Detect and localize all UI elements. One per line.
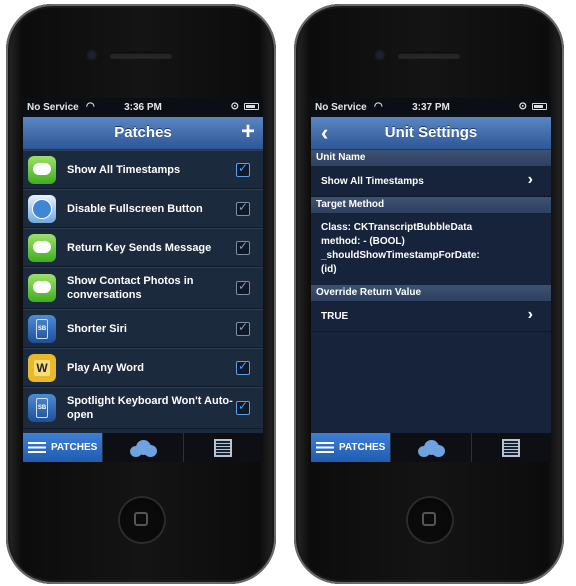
checkbox[interactable]: [236, 359, 250, 375]
checkbox[interactable]: [236, 161, 250, 177]
battery-icon: [532, 103, 547, 110]
screen-unit-settings: No Service ◠ 3:37 PM ⊙ ‹ Unit Settings U…: [311, 98, 551, 462]
page-title: Patches: [114, 124, 172, 141]
patch-label: Shorter Siri: [67, 322, 127, 335]
home-button[interactable]: [406, 496, 454, 544]
add-patch-button[interactable]: +: [241, 118, 255, 146]
patch-label: Show All Timestamps: [67, 163, 181, 176]
patch-row[interactable]: Show All Timestamps: [23, 150, 263, 189]
checkbox[interactable]: [236, 279, 250, 295]
status-time: 3:37 PM: [412, 102, 450, 113]
messages-icon: [28, 155, 56, 184]
tab-bar: PATCHES: [23, 433, 263, 462]
patch-row[interactable]: W Play Any Word: [23, 348, 263, 387]
status-time: 3:36 PM: [124, 102, 162, 113]
patch-row[interactable]: Disable Fullscreen Button: [23, 189, 263, 228]
patch-row[interactable]: Return Key Sends Message: [23, 228, 263, 267]
section-header: Unit Name: [311, 150, 551, 166]
patch-label: Return Key Sends Message: [67, 241, 212, 254]
camera-icon: [86, 49, 98, 61]
springboard-icon: SB: [28, 314, 56, 343]
checkbox[interactable]: [236, 239, 250, 255]
list-icon: [28, 442, 46, 453]
patch-label: Show Contact Photos in conversations: [67, 275, 194, 301]
chevron-right-icon: ›: [527, 306, 533, 323]
unit-name-cell[interactable]: Show All Timestamps ›: [311, 166, 551, 197]
override-value-cell[interactable]: TRUE ›: [311, 301, 551, 332]
unit-name-value: Show All Timestamps: [321, 175, 424, 187]
checkbox[interactable]: [236, 200, 250, 216]
status-bar: No Service ◠ 3:36 PM ⊙: [23, 98, 263, 117]
patch-label: Spotlight Keyboard Won't Auto-open: [67, 395, 233, 421]
safari-icon: [28, 194, 56, 223]
checkbox[interactable]: [236, 399, 250, 415]
cloud-icon: [128, 439, 158, 457]
home-button[interactable]: [118, 496, 166, 544]
cloud-icon: [416, 439, 446, 457]
tab-patches-label: PATCHES: [339, 442, 386, 453]
patch-label: Play Any Word: [67, 361, 145, 374]
screen-patches: No Service ◠ 3:36 PM ⊙ Patches + Show Al…: [23, 98, 263, 462]
phone-left: No Service ◠ 3:36 PM ⊙ Patches + Show Al…: [6, 4, 276, 584]
patch-label: Disable Fullscreen Button: [67, 202, 203, 215]
messages-icon: [28, 274, 56, 302]
tab-patches-label: PATCHES: [51, 442, 98, 453]
nav-bar: ‹ Unit Settings: [311, 117, 551, 150]
patch-row[interactable]: Show Contact Photos in conversations: [23, 267, 263, 309]
checkbox[interactable]: [236, 320, 250, 336]
settings-table: Unit Name Show All Timestamps › Target M…: [311, 150, 551, 433]
target-method-line: Class: CKTranscriptBubbleData: [321, 222, 473, 233]
list-icon: [316, 442, 334, 453]
section-header: Override Return Value: [311, 285, 551, 301]
messages-icon: [28, 233, 56, 262]
speaker-grille: [397, 52, 461, 59]
patch-row[interactable]: SB Spotlight Keyboard Won't Auto-open: [23, 387, 263, 429]
tab-patches[interactable]: PATCHES: [23, 433, 104, 462]
camera-icon: [374, 49, 386, 61]
rotation-lock-icon: ⊙: [518, 101, 527, 112]
target-method-line: _shouldShowTimestampForDate:: [321, 250, 480, 261]
target-method-line: method: - (BOOL): [321, 236, 405, 247]
override-value: TRUE: [321, 310, 349, 322]
phone-right: No Service ◠ 3:37 PM ⊙ ‹ Unit Settings U…: [294, 4, 564, 584]
target-method-line: (id): [321, 264, 337, 275]
tab-news[interactable]: [184, 433, 263, 462]
patch-row[interactable]: SB Shorter Siri: [23, 309, 263, 348]
status-bar: No Service ◠ 3:37 PM ⊙: [311, 98, 551, 117]
battery-icon: [244, 103, 259, 110]
section-header: Target Method: [311, 197, 551, 213]
newspaper-icon: [214, 438, 233, 457]
words-icon: W: [28, 353, 56, 382]
rotation-lock-icon: ⊙: [230, 101, 239, 112]
tab-news[interactable]: [472, 433, 551, 462]
nav-bar: Patches +: [23, 117, 263, 150]
tab-cloud[interactable]: [391, 433, 472, 462]
newspaper-icon: [502, 438, 521, 457]
tab-cloud[interactable]: [103, 433, 184, 462]
patch-list: Show All Timestamps Disable Fullscreen B…: [23, 150, 263, 433]
springboard-icon: SB: [28, 394, 56, 422]
page-title: Unit Settings: [384, 124, 478, 141]
chevron-right-icon: ›: [527, 171, 533, 188]
target-method-text: Class: CKTranscriptBubbleData method: - …: [311, 213, 551, 285]
tab-patches[interactable]: PATCHES: [311, 433, 392, 462]
tab-bar: PATCHES: [311, 433, 551, 462]
speaker-grille: [109, 52, 173, 59]
